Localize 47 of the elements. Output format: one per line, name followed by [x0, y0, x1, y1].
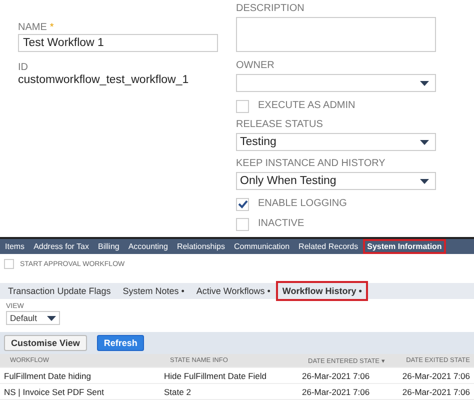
table-cell-text: NS | Invoice Set PDF Sent: [4, 386, 105, 396]
field-label: KEEP INSTANCE AND HISTORY: [236, 158, 386, 170]
table-cell-text: 26-Mar-2021 7:06: [401, 370, 470, 380]
customise-view-button[interactable]: Customise View: [4, 335, 87, 351]
subtab[interactable]: Transaction Update Flags: [4, 283, 115, 299]
subtab[interactable]: Active Workflows •: [192, 283, 274, 299]
name-label: NAME: [18, 22, 47, 34]
refresh-button[interactable]: Refresh: [96, 335, 144, 351]
id-value: customworkflow_test_workflow_1: [18, 74, 190, 86]
dropdown-field[interactable]: Only When Testing: [236, 172, 436, 190]
tab[interactable]: Address for Tax: [30, 240, 92, 254]
checkbox-label: EXECUTE AS ADMIN: [258, 100, 356, 112]
table-cell-text: 26-Mar-2021 7:06: [401, 386, 470, 396]
table-cell-text: State 2: [164, 386, 192, 396]
dropdown-field[interactable]: [236, 74, 436, 92]
description-text-area[interactable]: [236, 17, 436, 52]
field-label: DESCRIPTION: [236, 3, 306, 15]
checkbox-label: INACTIVE: [258, 218, 304, 230]
dropdown-caret-icon: [47, 316, 56, 320]
field-label: RELEASE STATUS: [236, 119, 324, 131]
table-cell-text: FulFillment Date hiding: [4, 370, 92, 380]
name-input-field[interactable]: Test Workflow 1: [18, 34, 218, 52]
dropdown-field[interactable]: Testing: [236, 133, 436, 151]
id-label: ID: [18, 62, 29, 74]
view-dropdown[interactable]: Default: [6, 311, 60, 325]
dropdown-caret-icon: [420, 80, 429, 86]
subtab[interactable]: System Notes •: [118, 283, 188, 299]
table-cell-text: 26-Mar-2021 7:06: [302, 370, 371, 380]
checkbox[interactable]: [236, 198, 249, 210]
checkbox[interactable]: [236, 218, 249, 230]
field-label: OWNER: [236, 60, 276, 72]
tab[interactable]: Related Records: [296, 240, 362, 254]
tab[interactable]: System Information: [364, 240, 445, 254]
checkbox[interactable]: [4, 259, 14, 270]
tab[interactable]: Relationships: [174, 240, 228, 254]
subtab[interactable]: Workflow History •: [278, 283, 366, 299]
checkbox-label: ENABLE LOGGING: [258, 198, 347, 210]
dropdown-caret-icon: [420, 178, 429, 184]
table-cell-text: 26-Mar-2021 7:06: [302, 386, 371, 396]
tab[interactable]: Communication: [230, 240, 293, 254]
tab[interactable]: Items: [2, 240, 28, 254]
checkbox[interactable]: [236, 100, 249, 112]
required-mark: *: [50, 22, 54, 34]
tab[interactable]: Accounting: [125, 240, 171, 254]
table-cell-text: Hide FulFillment Date Field: [164, 370, 268, 380]
dropdown-caret-icon: [420, 140, 429, 144]
tab[interactable]: Billing: [95, 240, 122, 254]
